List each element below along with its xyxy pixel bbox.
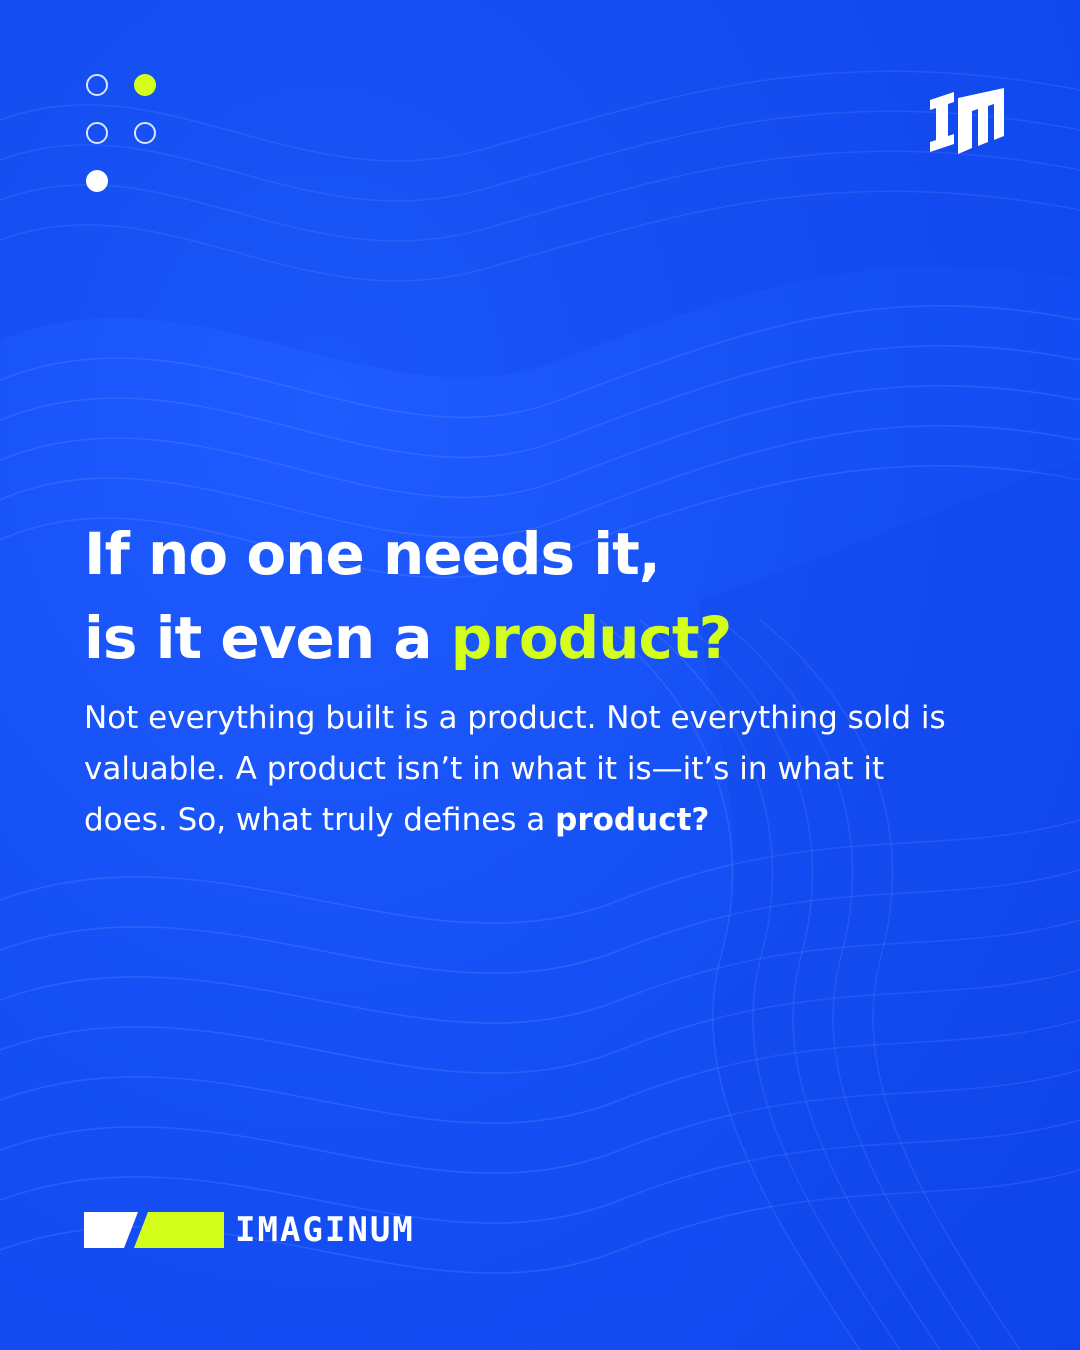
page-dot-5 bbox=[86, 170, 108, 192]
brand-wordmark: IMAGINUM bbox=[235, 1210, 415, 1250]
page-dot-2-active bbox=[134, 74, 156, 96]
im-monogram-icon bbox=[930, 88, 1004, 154]
slide: If no one needs it, is it even a product… bbox=[0, 0, 1080, 1350]
imaginum-stripes-icon bbox=[84, 1212, 224, 1248]
page-dot-4 bbox=[134, 122, 156, 144]
body-paragraph: Not everything built is a product. Not e… bbox=[84, 693, 964, 846]
headline-accent-word: product? bbox=[450, 604, 733, 672]
page-dot-3 bbox=[86, 122, 108, 144]
page-dot-1 bbox=[86, 74, 108, 96]
headline-line-2: is it even a product? bbox=[84, 596, 1004, 680]
headline-line-2-prefix: is it even a bbox=[84, 604, 451, 672]
body-text: Not everything built is a product. Not e… bbox=[84, 700, 946, 838]
body-bold-word: product? bbox=[555, 802, 710, 838]
headline: If no one needs it, is it even a product… bbox=[84, 512, 1004, 680]
headline-line-1: If no one needs it, bbox=[84, 520, 661, 588]
